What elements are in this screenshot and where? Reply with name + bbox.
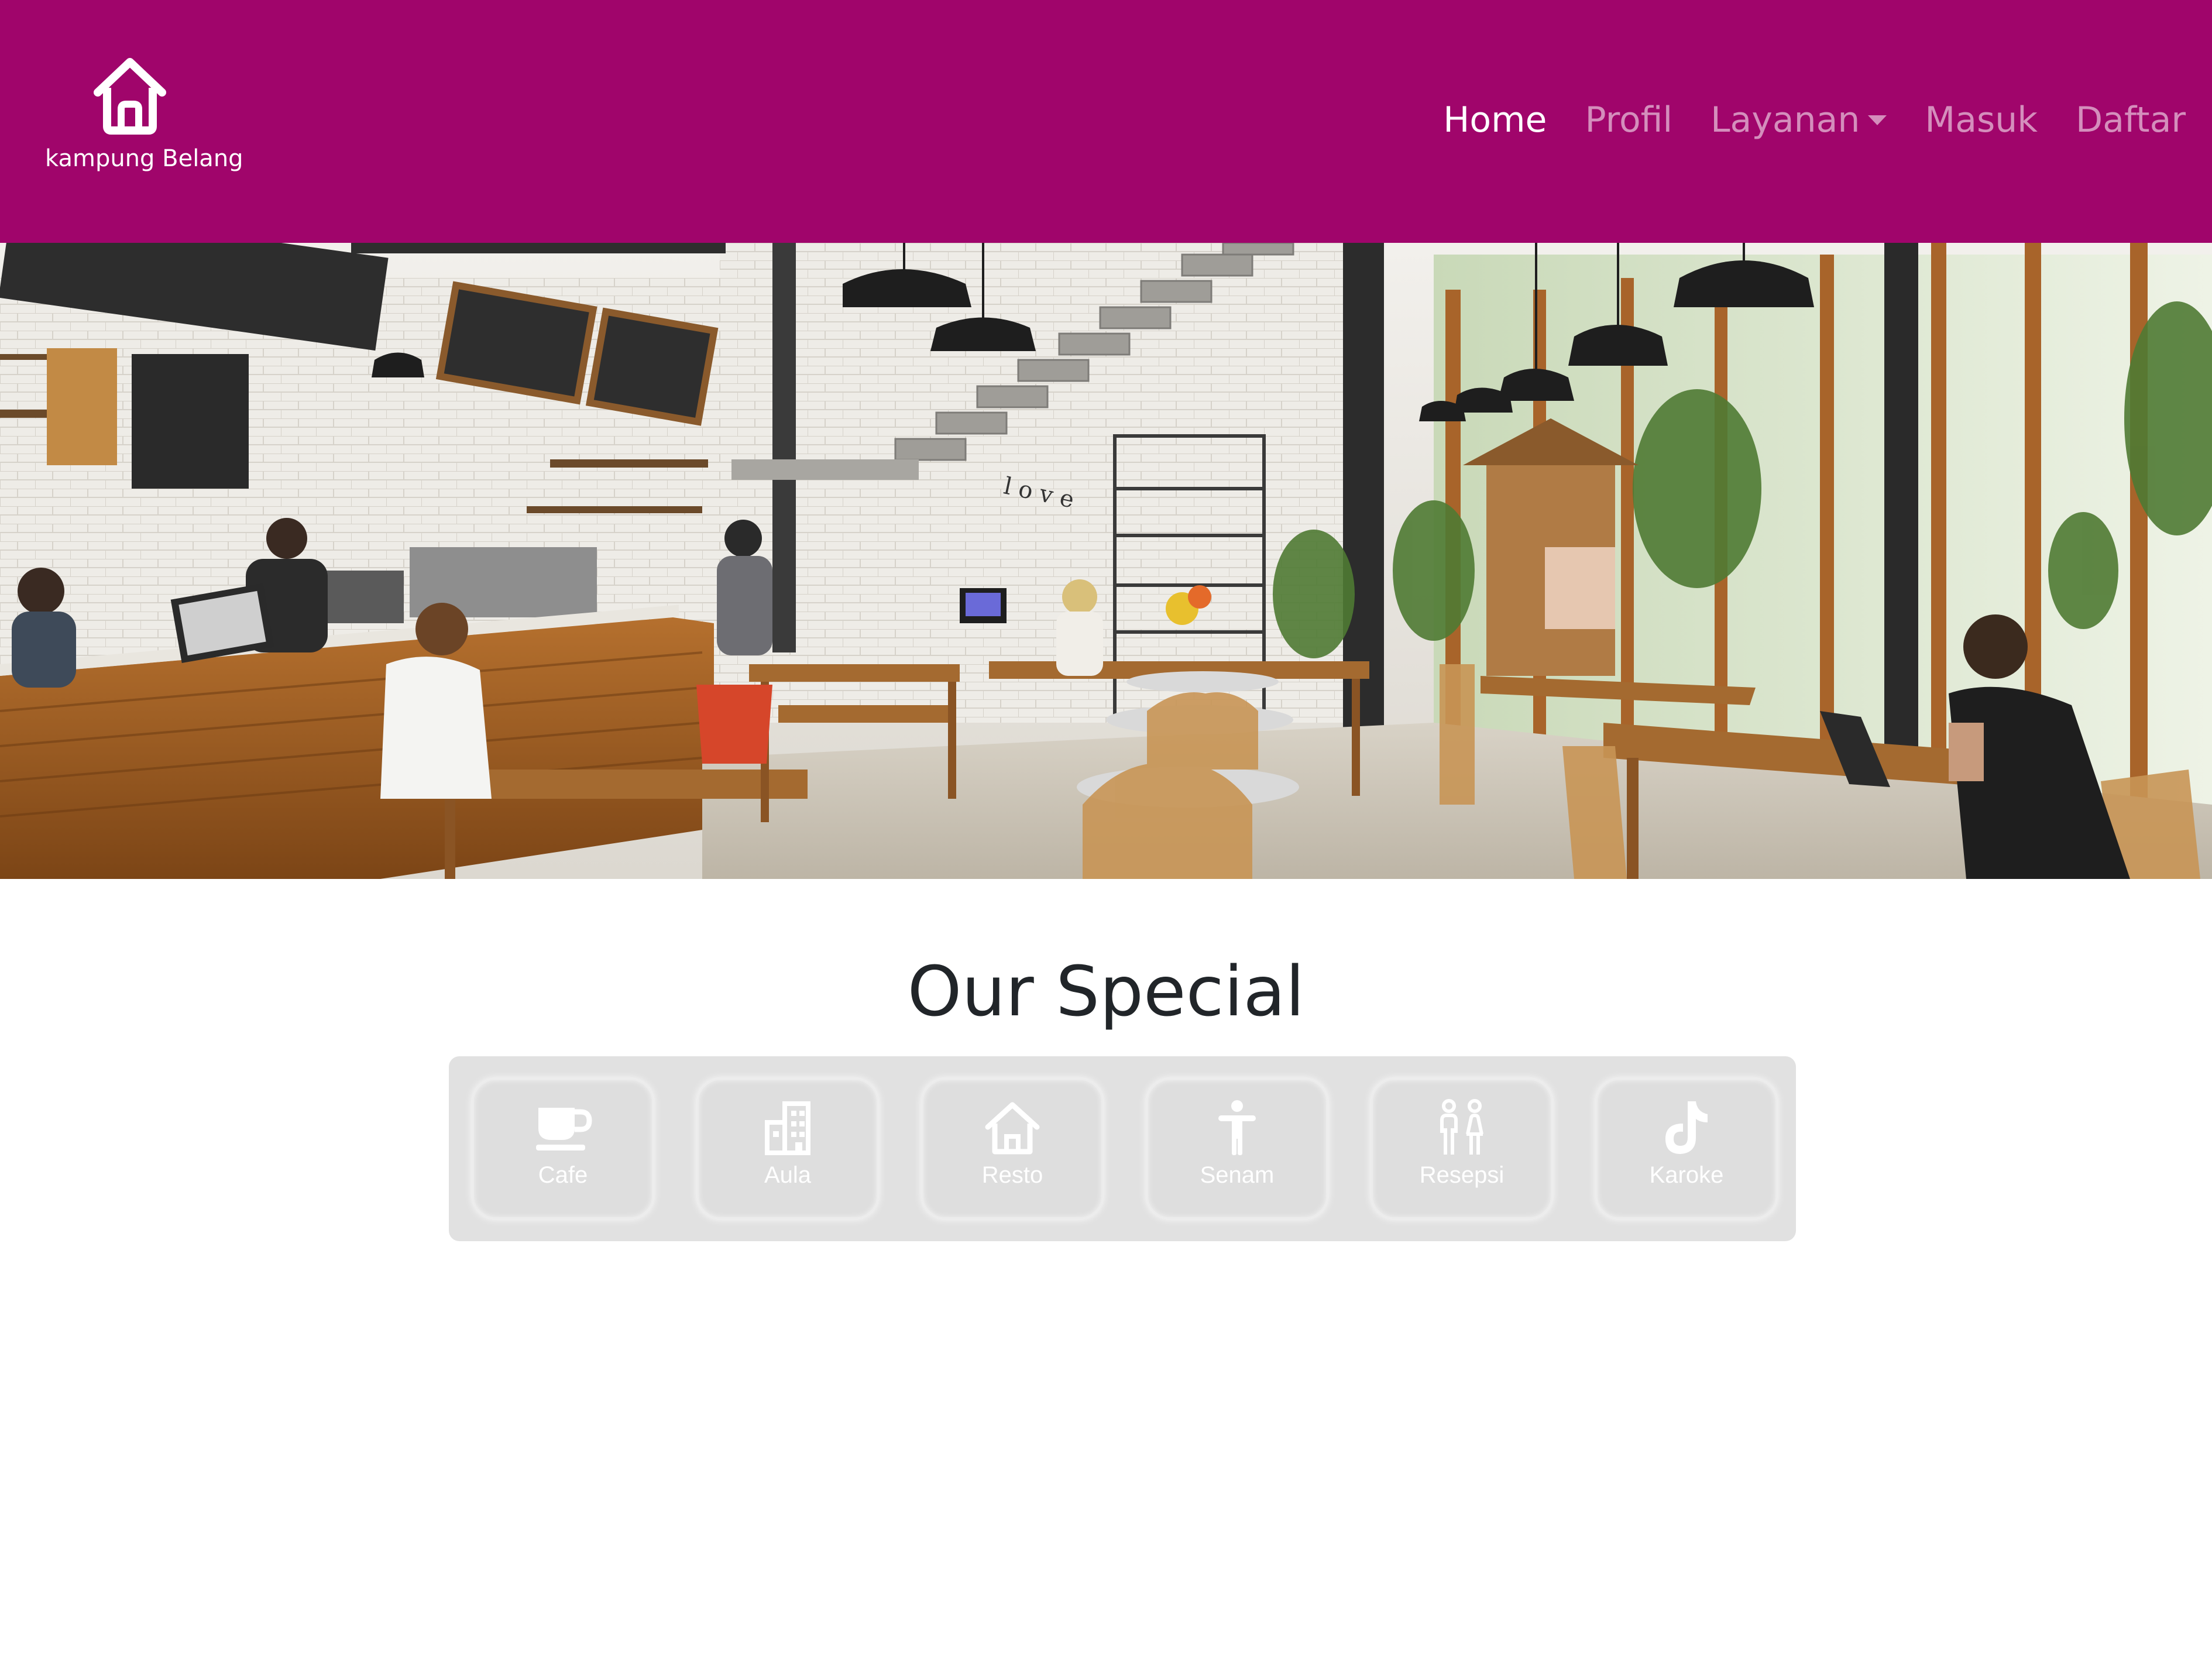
coffee-cup-icon: [474, 1099, 652, 1157]
special-card-label: Karoke: [1649, 1162, 1724, 1188]
nav-menu: Home Profil Layanan Masuk Daftar: [1405, 94, 2186, 146]
special-card-label: Resto: [981, 1162, 1043, 1188]
hero-image: l o v e: [0, 243, 2212, 879]
brand-link[interactable]: kampung Belang: [45, 51, 243, 186]
nav-masuk[interactable]: Masuk: [1925, 99, 2038, 140]
brand-text: kampung Belang: [45, 145, 243, 172]
house-icon: [51, 51, 221, 139]
special-card-karoke[interactable]: Karoke: [1596, 1078, 1777, 1219]
tiktok-note-icon: [1598, 1099, 1775, 1157]
special-card-resepsi[interactable]: Resepsi: [1371, 1078, 1552, 1219]
special-card-senam[interactable]: Senam: [1146, 1078, 1328, 1219]
nav-profil[interactable]: Profil: [1585, 99, 1672, 140]
section-title: Our Special: [907, 951, 1305, 1032]
special-panel: Cafe Aula Resto Senam Resepsi Karoke: [449, 1056, 1796, 1241]
navbar: kampung Belang Home Profil Layanan Masuk…: [0, 0, 2212, 243]
person-standing-icon: [1148, 1099, 1326, 1157]
building-icon: [699, 1099, 877, 1157]
nav-daftar[interactable]: Daftar: [2076, 99, 2186, 140]
nav-layanan-dropdown[interactable]: Layanan: [1710, 99, 1887, 140]
special-card-cafe[interactable]: Cafe: [472, 1078, 654, 1219]
special-card-label: Resepsi: [1419, 1162, 1505, 1188]
caret-down-icon: [1868, 115, 1887, 125]
special-card-label: Aula: [764, 1162, 812, 1188]
special-card-resto[interactable]: Resto: [922, 1078, 1103, 1219]
house-icon: [923, 1099, 1101, 1157]
special-card-label: Senam: [1200, 1162, 1275, 1188]
special-card-label: Cafe: [538, 1162, 588, 1188]
nav-layanan-label: Layanan: [1710, 99, 1860, 140]
couple-icon: [1373, 1099, 1551, 1157]
nav-home[interactable]: Home: [1443, 99, 1547, 140]
special-card-aula[interactable]: Aula: [697, 1078, 878, 1219]
